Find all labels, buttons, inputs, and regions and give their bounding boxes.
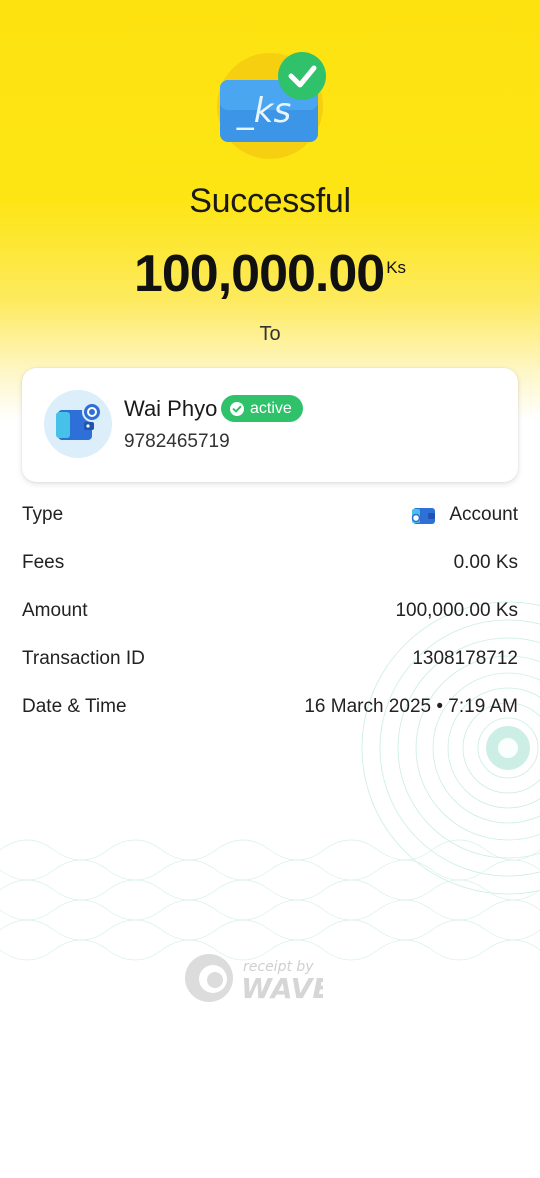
- fees-label: Fees: [22, 552, 65, 573]
- wallet-icon: [412, 508, 436, 524]
- detail-row-transaction-id: Transaction ID 1308178712: [22, 648, 518, 678]
- security-pattern-decoration: [0, 601, 540, 961]
- type-value: Account: [411, 504, 518, 526]
- avatar: [44, 390, 112, 458]
- status-title: Successful: [189, 182, 351, 220]
- to-label: To: [259, 323, 281, 345]
- amount-value: 100,000.00: [133, 245, 385, 303]
- success-status-icon: _ks: [216, 52, 328, 160]
- detail-row-date-time: Date & Time 16 March 2025 • 7:19 AM: [22, 696, 518, 726]
- wave-logo-icon: receipt by WAVE: [185, 954, 323, 1004]
- amount-unit: Ks: [386, 258, 407, 277]
- amount-display: 100,000.00 Ks: [0, 244, 540, 304]
- verified-check-icon: [230, 401, 244, 416]
- detail-row-fees: Fees 0.00 Ks: [22, 552, 518, 582]
- fees-value: 0.00 Ks: [453, 552, 518, 573]
- detail-row-amount: Amount 100,000.00 Ks: [22, 600, 518, 630]
- recipient-name: Wai Phyo: [124, 396, 218, 421]
- status-badge: active: [221, 395, 303, 422]
- logo-big-text: WAVE: [241, 972, 323, 1004]
- wallet-icon: [56, 402, 102, 440]
- type-value-text: Account: [449, 504, 518, 525]
- recipient-card[interactable]: Wai Phyo active 9782465719: [22, 368, 518, 482]
- type-label: Type: [22, 504, 64, 525]
- recipient-phone: 9782465719: [124, 431, 230, 452]
- transaction-id-label: Transaction ID: [22, 648, 145, 669]
- amount-detail-value: 100,000.00 Ks: [395, 600, 518, 621]
- status-icon-text: _ks: [236, 91, 291, 131]
- status-badge-label: active: [250, 399, 292, 417]
- transaction-id-value[interactable]: 1308178712: [412, 648, 518, 670]
- date-time-value: 16 March 2025 • 7:19 AM: [304, 696, 518, 717]
- detail-row-type: Type Account: [22, 504, 518, 534]
- date-time-label: Date & Time: [22, 696, 127, 717]
- amount-label: Amount: [22, 600, 88, 621]
